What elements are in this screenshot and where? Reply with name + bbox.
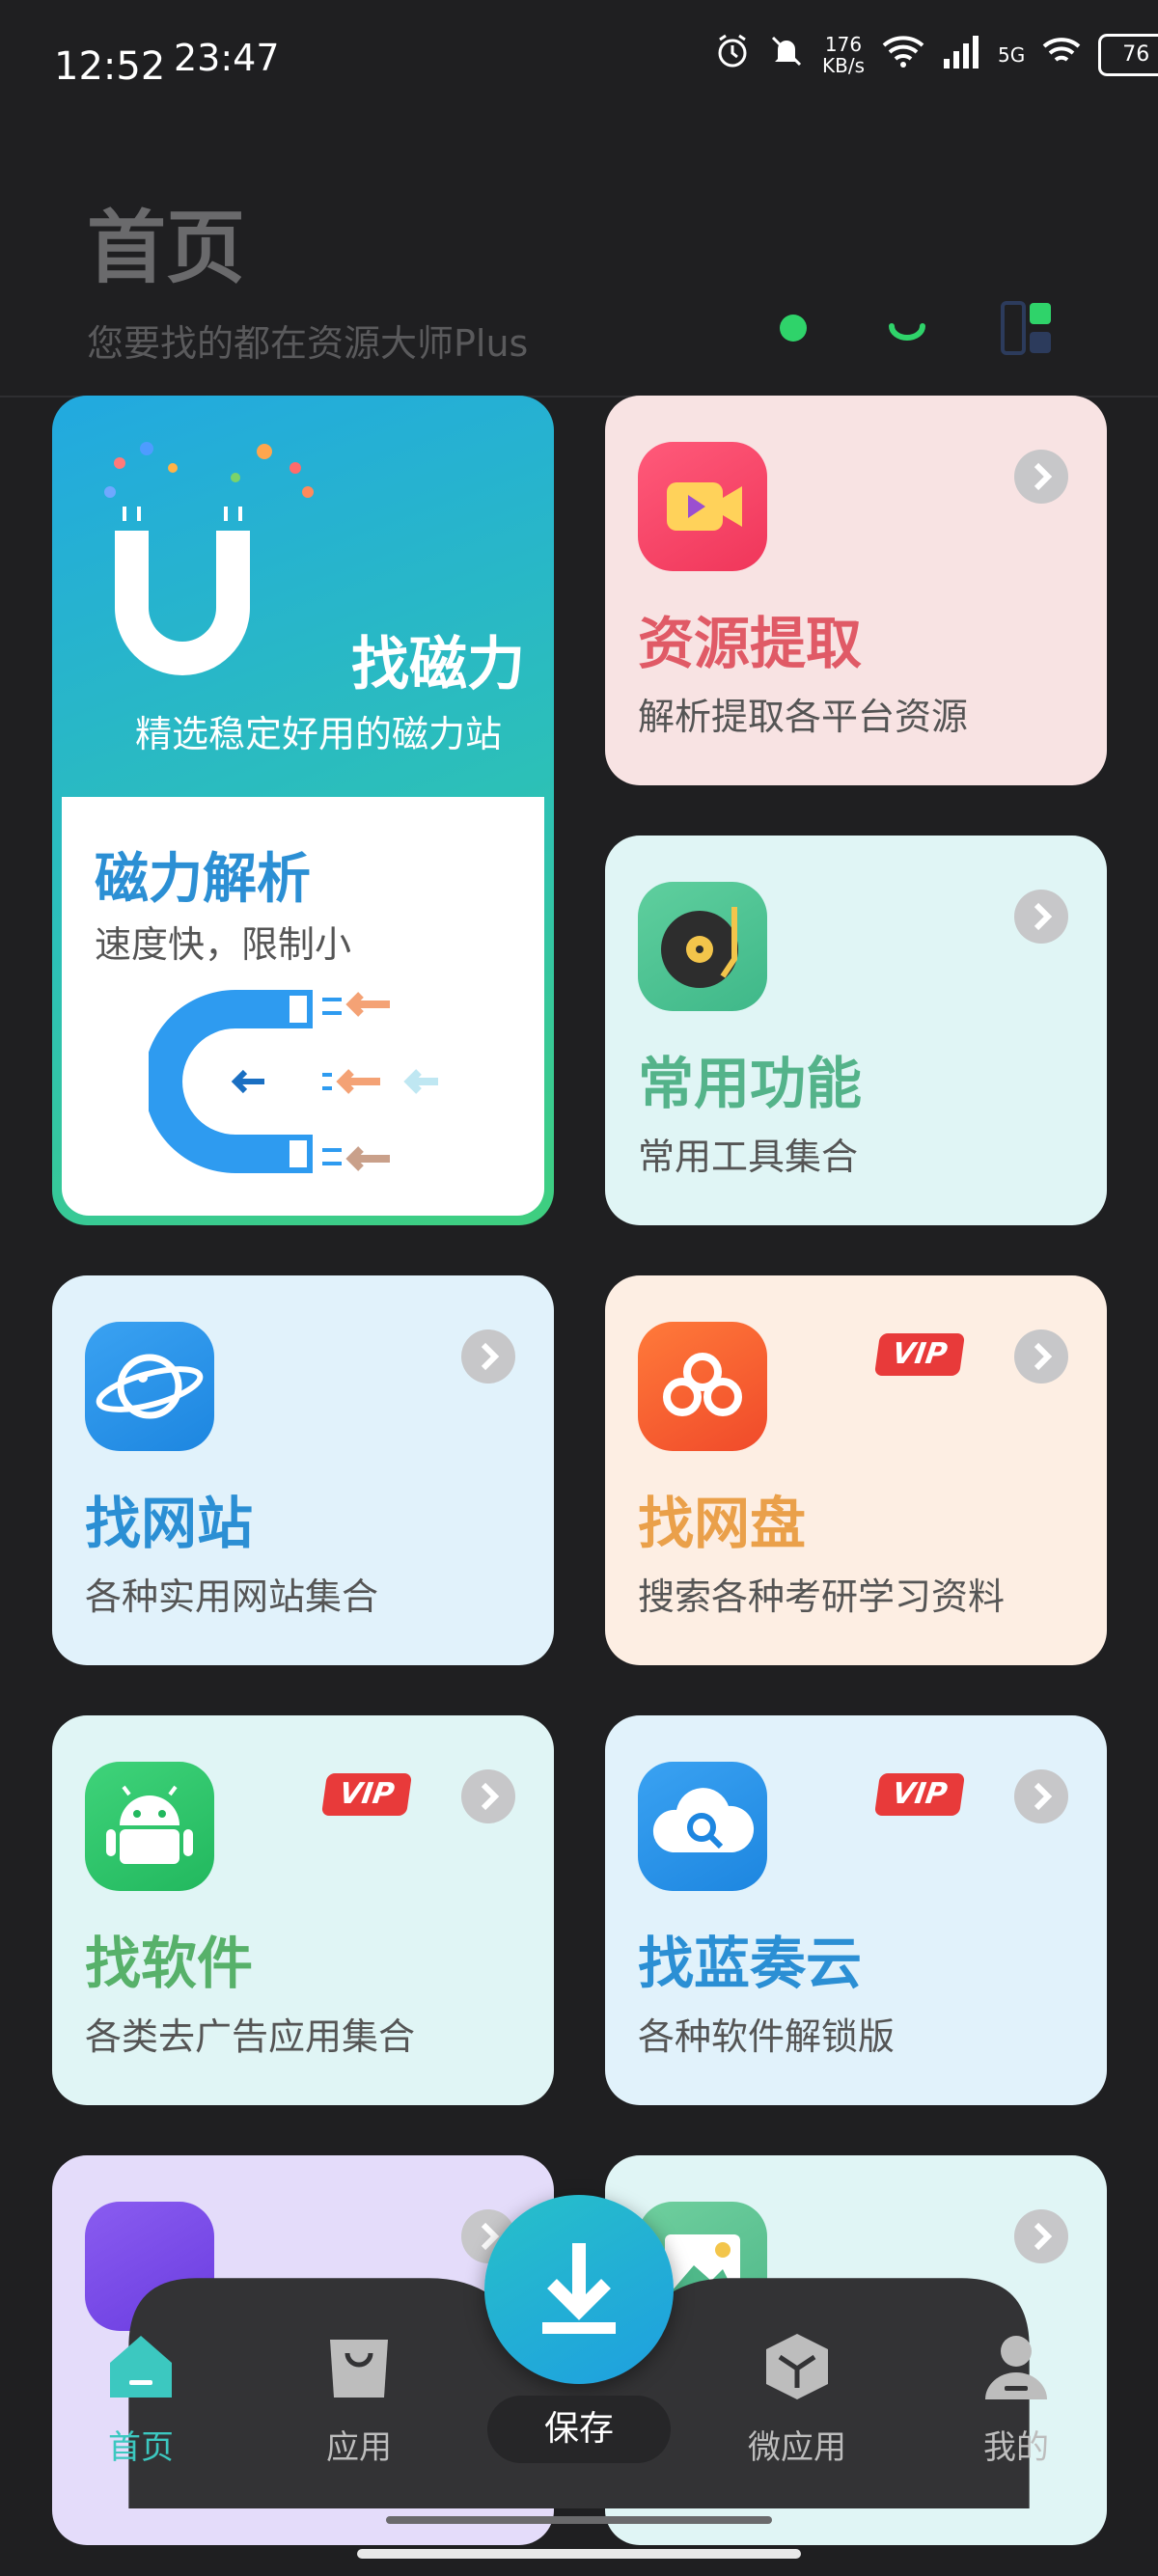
nav-item-apps[interactable]: 应用 [291,2330,427,2468]
nav-label: 微应用 [748,2428,846,2467]
video-icon [638,442,767,571]
vip-badge: VIP [873,1773,966,1816]
card-desc: 解析提取各平台资源 [638,696,969,738]
magnet-attract-icon [144,980,457,1187]
card-find-lanzou[interactable]: VIP 找蓝奏云 各种软件解锁版 [605,1715,1107,2105]
bottom-nav: 首页 应用 微应用 我的 保存 [0,2195,1158,2576]
card-resource-extract[interactable]: 资源提取 解析提取各平台资源 [605,396,1107,785]
chevron-right-icon[interactable] [1014,1769,1068,1823]
alarm-icon [714,33,751,77]
cloud-search-icon [638,1762,767,1891]
signal-icon [942,34,980,76]
card-common-functions[interactable]: 常用功能 常用工具集合 [605,836,1107,1225]
magnet-parse-panel[interactable]: 磁力解析 速度快，限制小 [62,797,544,1216]
vip-badge: VIP [873,1333,966,1376]
wifi-icon [882,34,924,76]
card-desc: 常用工具集合 [638,1136,859,1178]
scroll-indicator [386,2516,772,2524]
smile-icon[interactable] [878,299,936,357]
magnet-parse-title: 磁力解析 [95,848,311,911]
network-type: 5G [998,43,1026,67]
home-icon [104,2330,178,2403]
planet-icon [85,1322,214,1451]
card-find-website[interactable]: 找网站 各种实用网站集合 [52,1275,554,1665]
layout-grid-icon[interactable] [999,299,1057,357]
card-desc: 搜索各种考研学习资料 [638,1576,1006,1618]
download-icon [542,2243,616,2334]
nav-item-mine[interactable]: 我的 [949,2330,1084,2468]
vip-badge: VIP [320,1773,413,1816]
card-title: 找蓝奏云 [638,1931,863,1996]
magnet-card[interactable]: 找磁力 精选稳定好用的磁力站 磁力解析 速度快，限制小 [52,396,554,1225]
magnet-card-title: 找磁力 [351,631,525,699]
magnet-icon [81,425,332,718]
page: 12:52 23:47 176 KB/s 5G 76 首页 您要找的都在资源大师… [0,0,1158,2576]
magnet-parse-desc: 速度快，限制小 [95,923,352,966]
save-label[interactable]: 保存 [487,2396,671,2463]
chevron-right-icon[interactable] [461,1769,515,1823]
card-desc: 各种软件解锁版 [638,2015,896,2058]
bag-icon [322,2330,396,2403]
cube-icon [760,2330,834,2403]
magnet-card-desc: 精选稳定好用的磁力站 [135,713,503,755]
nav-item-micro-apps[interactable]: 微应用 [730,2330,865,2468]
page-title: 首页 [87,203,246,294]
card-title: 找软件 [85,1931,254,1996]
chevron-right-icon[interactable] [461,1329,515,1384]
mute-icon [768,33,805,77]
status-secondary-time: 23:47 [174,37,280,79]
person-icon [979,2330,1053,2403]
chevron-right-icon[interactable] [1014,890,1068,944]
chevron-right-icon[interactable] [1014,450,1068,504]
home-indicator[interactable] [357,2549,801,2559]
card-find-netdisk[interactable]: VIP 找网盘 搜索各种考研学习资料 [605,1275,1107,1665]
status-bar: 12:52 23:47 176 KB/s 5G 76 [0,0,1158,125]
card-find-software[interactable]: VIP 找软件 各类去广告应用集合 [52,1715,554,2105]
nav-label: 首页 [108,2428,174,2467]
card-desc: 各类去广告应用集合 [85,2015,416,2058]
card-title: 找网盘 [638,1491,807,1556]
nav-label: 应用 [326,2428,392,2467]
status-time: 12:52 [54,44,166,89]
net-speed: 176 KB/s [822,33,865,77]
header: 首页 您要找的都在资源大师Plus [0,125,1158,397]
nav-label: 我的 [983,2428,1049,2467]
battery-icon: 76 [1098,34,1158,76]
chevron-right-icon[interactable] [1014,2209,1068,2263]
chevron-right-icon[interactable] [1014,1329,1068,1384]
card-title: 常用功能 [638,1051,863,1116]
status-icons: 176 KB/s 5G 76 [714,33,1158,77]
wifi-icon-2 [1042,35,1081,75]
card-title: 资源提取 [638,611,863,676]
status-dot-icon[interactable] [764,299,822,357]
android-icon [85,1762,214,1891]
vinyl-icon [638,882,767,1011]
card-desc: 各种实用网站集合 [85,1576,379,1618]
nav-item-home[interactable]: 首页 [73,2330,208,2468]
page-subtitle: 您要找的都在资源大师Plus [87,322,529,365]
card-title: 找网站 [85,1491,254,1556]
save-button[interactable] [484,2195,674,2384]
cloud-drive-icon [638,1322,767,1451]
